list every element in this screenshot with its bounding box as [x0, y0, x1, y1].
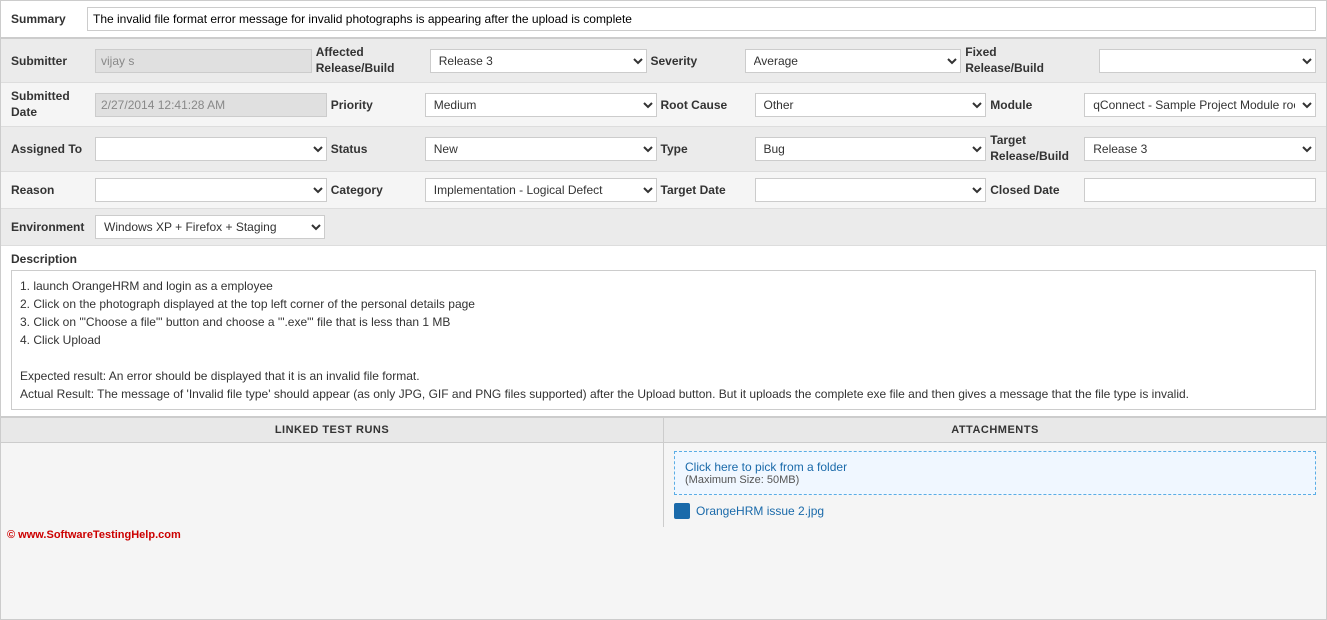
description-section: Description 1. launch OrangeHRM and logi…: [1, 246, 1326, 417]
status-label: Status: [331, 142, 421, 156]
bug-report-form: Summary Submitter Affected Release/Build…: [0, 0, 1327, 620]
category-label: Category: [331, 183, 421, 197]
reason-select[interactable]: [95, 178, 327, 202]
max-size-text: (Maximum Size: 50MB): [685, 474, 1305, 486]
rootcause-select[interactable]: Other: [755, 93, 987, 117]
submitted-date-input: [95, 93, 327, 117]
environment-label: Environment: [11, 220, 91, 234]
targetdate-select[interactable]: [755, 178, 987, 202]
row-environment: Environment Windows XP + Firefox + Stagi…: [1, 209, 1326, 246]
target-release-label: Target Release/Build: [990, 133, 1080, 164]
summary-input[interactable]: [87, 7, 1316, 31]
closeddate-input[interactable]: [1084, 178, 1316, 202]
module-label: Module: [990, 98, 1080, 112]
environment-select[interactable]: Windows XP + Firefox + Staging: [95, 215, 325, 239]
submitted-date-label: Submitted Date: [11, 89, 91, 120]
row-submitter: Submitter Affected Release/Build Release…: [1, 39, 1326, 83]
attachments-header: ATTACHMENTS: [664, 418, 1326, 443]
linked-test-runs-panel: LINKED TEST RUNS: [1, 418, 664, 527]
closeddate-label: Closed Date: [990, 183, 1080, 197]
target-release-select[interactable]: Release 3: [1084, 137, 1316, 161]
assignedto-select[interactable]: [95, 137, 327, 161]
type-label: Type: [661, 142, 751, 156]
attachment-dropzone[interactable]: Click here to pick from a folder (Maximu…: [674, 451, 1316, 495]
priority-label: Priority: [331, 98, 421, 112]
watermark: © www.SoftwareTestingHelp.com: [1, 527, 1326, 543]
fixed-release-select[interactable]: [1099, 49, 1316, 73]
row-submitted: Submitted Date Priority Medium Root Caus…: [1, 83, 1326, 127]
description-content: 1. launch OrangeHRM and login as a emplo…: [11, 270, 1316, 410]
row-assignedto: Assigned To Status New Type Bug Target R…: [1, 127, 1326, 171]
severity-label: Severity: [651, 54, 741, 68]
assignedto-label: Assigned To: [11, 142, 91, 156]
targetdate-label: Target Date: [661, 183, 751, 197]
attachments-content: Click here to pick from a folder (Maximu…: [664, 443, 1326, 527]
linked-test-runs-content: [1, 443, 663, 523]
description-label: Description: [11, 252, 1316, 266]
fixed-release-label: Fixed Release/Build: [965, 45, 1095, 76]
reason-label: Reason: [11, 183, 91, 197]
pick-from-folder-link[interactable]: Click here to pick from a folder: [685, 460, 847, 474]
category-select[interactable]: Implementation - Logical Defect: [425, 178, 657, 202]
attachment-item: OrangeHRM issue 2.jpg: [674, 503, 1316, 519]
row-reason: Reason Category Implementation - Logical…: [1, 172, 1326, 209]
priority-select[interactable]: Medium: [425, 93, 657, 117]
type-select[interactable]: Bug: [755, 137, 987, 161]
affected-release-select[interactable]: Release 3: [430, 49, 647, 73]
severity-select[interactable]: Average: [745, 49, 962, 73]
file-icon: [674, 503, 690, 519]
attachment-filename-link[interactable]: OrangeHRM issue 2.jpg: [696, 504, 824, 518]
summary-row: Summary: [1, 1, 1326, 39]
summary-label: Summary: [11, 12, 81, 26]
module-select[interactable]: qConnect - Sample Project Module root: [1084, 93, 1316, 117]
attachments-panel: ATTACHMENTS Click here to pick from a fo…: [664, 418, 1326, 527]
rootcause-label: Root Cause: [661, 98, 751, 112]
affected-release-label: Affected Release/Build: [316, 45, 426, 76]
submitter-input: [95, 49, 312, 73]
status-select[interactable]: New: [425, 137, 657, 161]
bottom-panels: LINKED TEST RUNS ATTACHMENTS Click here …: [1, 417, 1326, 527]
submitter-label: Submitter: [11, 54, 91, 68]
linked-test-runs-header: LINKED TEST RUNS: [1, 418, 663, 443]
